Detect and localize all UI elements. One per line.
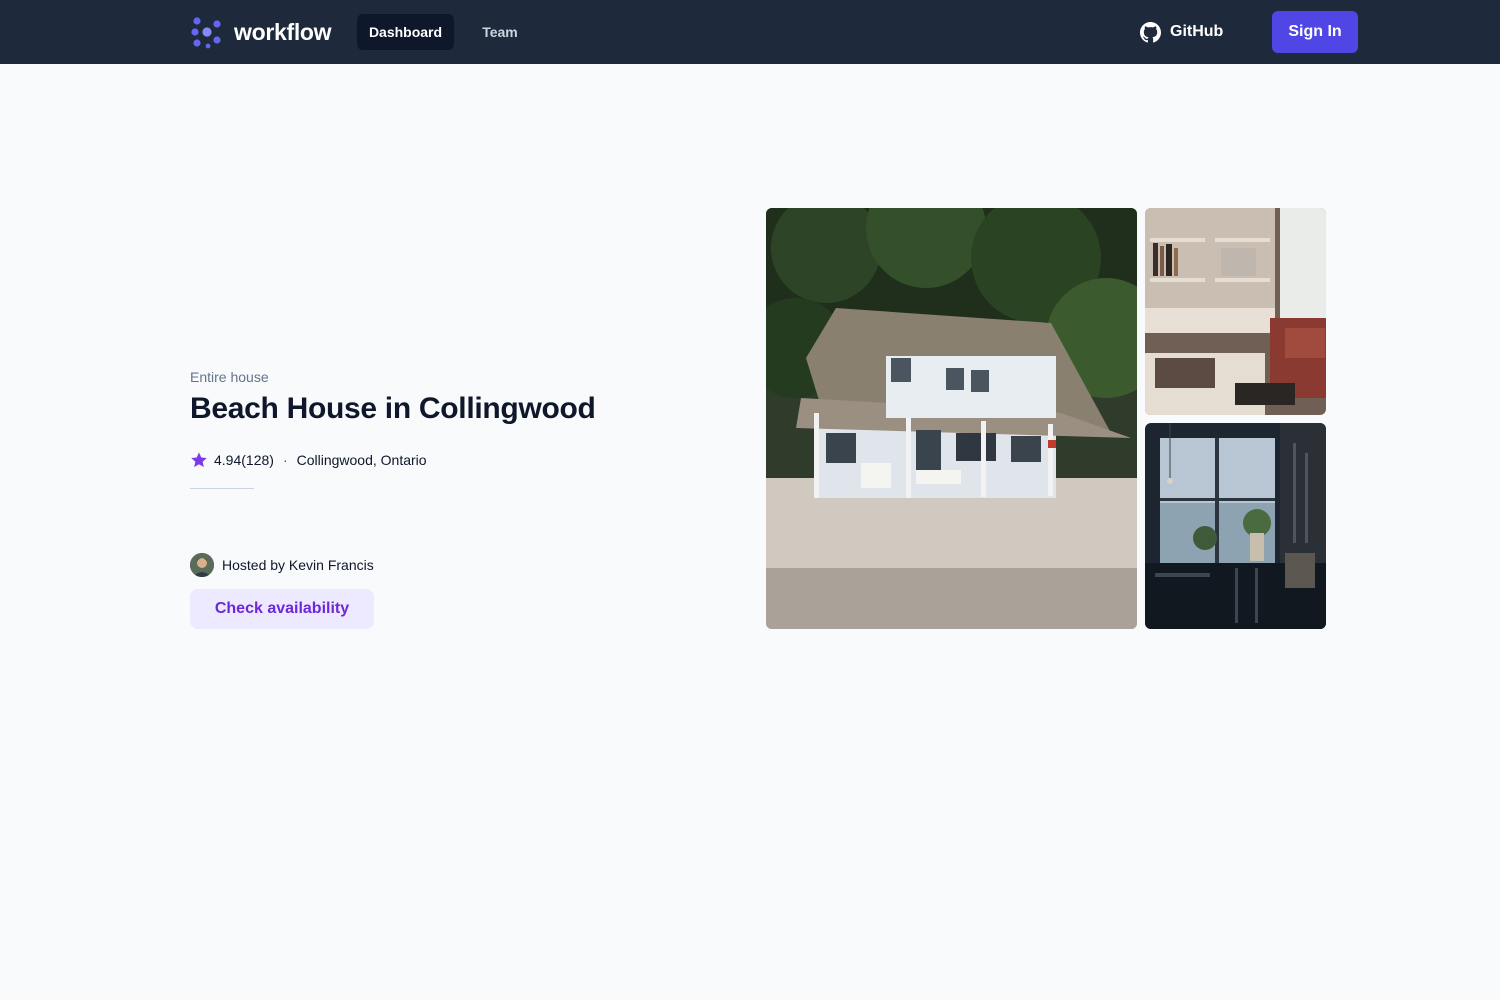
photo-bookshelf[interactable] (1145, 208, 1326, 415)
github-icon (1140, 21, 1161, 42)
rating-value: 4.94 (214, 452, 242, 468)
github-label: GitHub (1170, 23, 1224, 40)
listing-title: Beach House in Collingwood (190, 392, 596, 425)
listing-location: Collingwood, Ontario (296, 452, 427, 468)
beach-house-image (766, 208, 1137, 629)
nav-item-dashboard[interactable]: Dashboard (357, 14, 454, 50)
host-name: Hosted by Kevin Francis (222, 557, 374, 573)
check-availability-button[interactable]: Check availability (190, 589, 374, 629)
workflow-logo-icon (191, 17, 221, 49)
bookshelf-image (1145, 208, 1326, 415)
avatar (190, 553, 214, 577)
meta-separator: · (282, 452, 288, 468)
photo-window-dining[interactable] (1145, 423, 1326, 629)
listing-type: Entire house (190, 369, 269, 385)
top-navbar: workflow Dashboard Team GitHub Sign In (0, 0, 1500, 64)
github-link[interactable]: GitHub (1140, 18, 1223, 46)
photo-beach-house[interactable] (766, 208, 1137, 629)
listing-meta: 4.94 (128) · Collingwood, Ontario (190, 450, 427, 470)
brand-name: workflow (234, 18, 332, 45)
review-count: (128) (241, 452, 274, 468)
window-dining-image (1145, 423, 1326, 629)
nav-item-team[interactable]: Team (470, 14, 530, 50)
host-info: Hosted by Kevin Francis (190, 553, 374, 577)
star-icon (191, 452, 207, 468)
divider (190, 488, 254, 489)
brand-link[interactable]: workflow (190, 15, 332, 49)
sign-in-button[interactable]: Sign In (1272, 11, 1358, 53)
